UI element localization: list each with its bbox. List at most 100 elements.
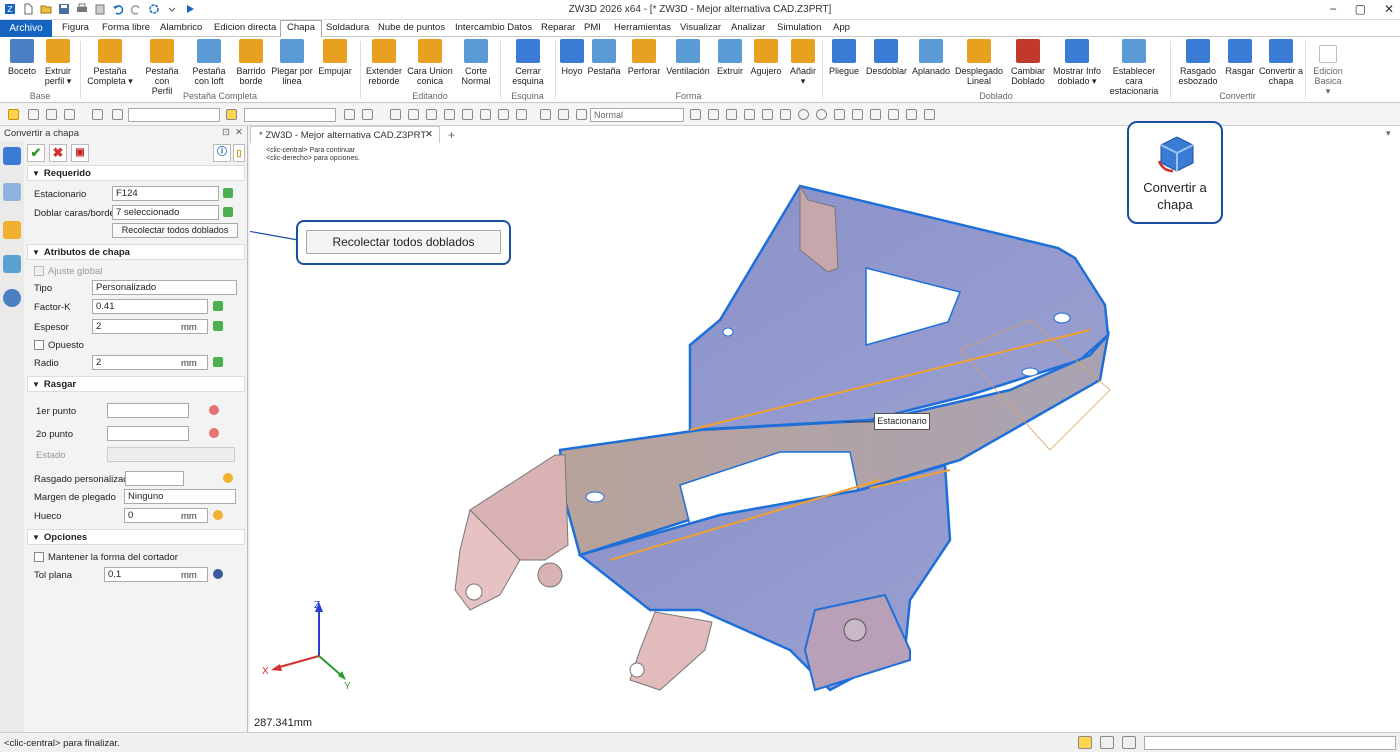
view-mode-select[interactable]: Normal bbox=[590, 108, 684, 122]
ribbon-button[interactable]: Añadir ▾ bbox=[788, 39, 818, 86]
tool-icon[interactable] bbox=[762, 109, 773, 120]
tool-icon[interactable] bbox=[516, 109, 527, 120]
tool-icon[interactable] bbox=[726, 109, 737, 120]
info-button[interactable]: ⓘ bbox=[213, 144, 231, 162]
minimize-icon[interactable]: − bbox=[1330, 2, 1337, 16]
tool-icon[interactable] bbox=[690, 109, 701, 120]
part-tab-icon[interactable] bbox=[3, 221, 21, 239]
menu-pmi[interactable]: PMI bbox=[584, 22, 601, 33]
tool-icon[interactable] bbox=[834, 109, 845, 120]
ribbon-button[interactable]: Cerrar esquina bbox=[510, 39, 546, 86]
menu-archivo[interactable]: Archivo bbox=[0, 20, 52, 37]
circle-icon[interactable] bbox=[798, 109, 809, 120]
menu-intercambio-datos[interactable]: Intercambio Datos bbox=[455, 22, 532, 33]
close-icon[interactable]: ✕ bbox=[1384, 2, 1394, 16]
variable-icon[interactable] bbox=[213, 321, 223, 331]
ribbon-button[interactable]: Perforar bbox=[626, 39, 662, 76]
menu-chapa[interactable]: Chapa bbox=[280, 20, 322, 38]
tipo-select[interactable]: Personalizado bbox=[92, 280, 237, 295]
monitor-icon[interactable] bbox=[1100, 736, 1114, 749]
tool-icon[interactable] bbox=[498, 109, 509, 120]
ribbon-button[interactable]: Rasgado esbozado bbox=[1178, 39, 1218, 86]
section-requerido[interactable]: ▼ Requerido bbox=[27, 165, 245, 181]
ribbon-button[interactable]: Pliegue bbox=[827, 39, 861, 76]
variable-icon[interactable] bbox=[213, 357, 223, 367]
filter-select[interactable] bbox=[128, 108, 220, 122]
ribbon-button[interactable]: Cara Union conica bbox=[406, 39, 454, 86]
3d-viewport[interactable]: Z X Y bbox=[250, 126, 1400, 732]
ribbon-button[interactable]: Establecer cara estacionaria bbox=[1103, 39, 1165, 96]
status-icon[interactable] bbox=[1078, 736, 1092, 749]
menu-edicion-directa[interactable]: Edicion directa bbox=[214, 22, 276, 33]
add-tab-icon[interactable]: + bbox=[448, 128, 455, 142]
rasgado-personalizado-field[interactable] bbox=[125, 471, 184, 486]
image-tab-icon[interactable] bbox=[3, 255, 21, 273]
ribbon-button[interactable]: Empujar bbox=[317, 39, 353, 76]
keyboard-icon[interactable] bbox=[1122, 736, 1136, 749]
primer-punto-field[interactable] bbox=[107, 403, 189, 418]
margen-select[interactable]: Ninguno bbox=[124, 489, 236, 504]
tool-icon[interactable] bbox=[344, 109, 355, 120]
tool-icon[interactable] bbox=[852, 109, 863, 120]
select-icon[interactable] bbox=[8, 109, 19, 120]
snap-icon[interactable] bbox=[226, 109, 237, 120]
ribbon-button[interactable]: Edicion Basica ▾ bbox=[1311, 39, 1345, 96]
status-input[interactable] bbox=[1144, 736, 1396, 750]
tool-icon[interactable] bbox=[558, 109, 569, 120]
menu-forma-libre[interactable]: Forma libre bbox=[102, 22, 150, 33]
tab-menu-icon[interactable]: ▾ bbox=[1386, 128, 1391, 139]
ribbon-button[interactable]: Cambiar Doblado bbox=[1008, 39, 1048, 86]
ribbon-button[interactable]: Plegar por linea bbox=[270, 39, 314, 86]
point-pick-icon[interactable] bbox=[209, 405, 219, 415]
tool-icon[interactable] bbox=[480, 109, 491, 120]
ribbon-button[interactable]: Aplanado bbox=[910, 39, 952, 76]
menu-visualizar[interactable]: Visualizar bbox=[680, 22, 721, 33]
menu-app[interactable]: App bbox=[833, 22, 850, 33]
tool-icon[interactable] bbox=[744, 109, 755, 120]
tool-icon[interactable] bbox=[888, 109, 899, 120]
doblar-field[interactable]: 7 seleccionado bbox=[112, 205, 219, 220]
filter-icon[interactable] bbox=[112, 109, 123, 120]
ajuste-global-checkbox[interactable] bbox=[34, 266, 44, 276]
ribbon-button[interactable]: Extender reborde bbox=[365, 39, 403, 86]
opuesto-checkbox[interactable] bbox=[34, 340, 44, 350]
pin-icon[interactable]: ⊡ bbox=[222, 127, 230, 138]
history-tab-icon[interactable] bbox=[3, 183, 21, 201]
factor-k-field[interactable]: 0.41 bbox=[92, 299, 208, 314]
tool-icon[interactable] bbox=[870, 109, 881, 120]
estacionario-field[interactable]: F124 bbox=[112, 186, 219, 201]
user-tab-icon[interactable] bbox=[3, 289, 21, 307]
ribbon-button[interactable]: Pestaña con Perfil bbox=[137, 39, 187, 96]
tool-icon[interactable] bbox=[444, 109, 455, 120]
mantener-checkbox[interactable] bbox=[34, 552, 44, 562]
tool-icon[interactable] bbox=[708, 109, 719, 120]
close-icon[interactable]: ✕ bbox=[235, 127, 243, 138]
cancel-button[interactable]: ✖ bbox=[49, 144, 67, 162]
menu-nube-de-puntos[interactable]: Nube de puntos bbox=[378, 22, 445, 33]
variable-icon[interactable] bbox=[213, 301, 223, 311]
tool-icon[interactable] bbox=[408, 109, 419, 120]
tool-icon[interactable] bbox=[780, 109, 791, 120]
sketch-icon[interactable] bbox=[223, 473, 233, 483]
apply-button[interactable]: ▣ bbox=[71, 144, 89, 162]
section-atributos[interactable]: ▼ Atributos de chapa bbox=[27, 244, 245, 260]
sheetmetal-tab-icon[interactable] bbox=[3, 147, 21, 165]
globe-icon[interactable] bbox=[213, 569, 223, 579]
segundo-punto-field[interactable] bbox=[107, 426, 189, 441]
section-rasgar[interactable]: ▼ Rasgar bbox=[27, 376, 245, 392]
snap-select[interactable] bbox=[244, 108, 336, 122]
hexagon-icon[interactable] bbox=[92, 109, 103, 120]
circle-icon[interactable] bbox=[816, 109, 827, 120]
ribbon-button[interactable]: Pestaña bbox=[587, 39, 621, 76]
part-graphic[interactable]: Z X Y bbox=[250, 126, 1400, 732]
menu-alambrico[interactable]: Alambrico bbox=[160, 22, 202, 33]
line-icon[interactable] bbox=[46, 109, 57, 120]
menu-reparar[interactable]: Reparar bbox=[541, 22, 575, 33]
menu-figura[interactable]: Figura bbox=[62, 22, 89, 33]
ribbon-button[interactable]: Convertir a chapa bbox=[1258, 39, 1304, 86]
tool-icon[interactable] bbox=[362, 109, 373, 120]
ribbon-button[interactable]: Extruir perfil ▾ bbox=[41, 39, 75, 86]
ribbon-button[interactable]: Mostrar Info doblado ▾ bbox=[1052, 39, 1102, 86]
ribbon-button[interactable]: Boceto bbox=[7, 39, 37, 76]
section-opciones[interactable]: ▼ Opciones bbox=[27, 529, 245, 545]
